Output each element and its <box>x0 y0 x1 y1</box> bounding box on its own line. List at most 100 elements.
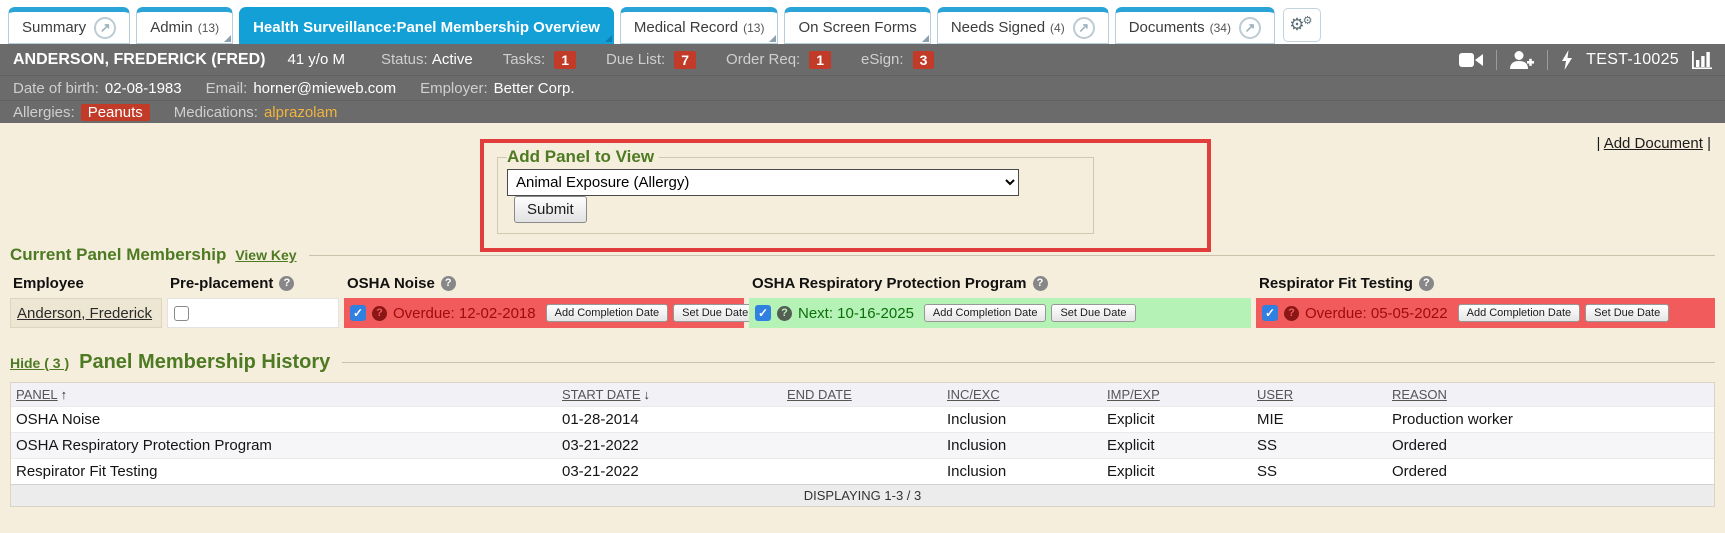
tab-health-surveillance-panel-membership-overview[interactable]: Health Surveillance:Panel Membership Ove… <box>239 7 614 44</box>
allergy-badge[interactable]: Peanuts <box>81 104 150 121</box>
chart-id: TEST-10025 <box>1586 51 1679 69</box>
employee-cell: Anderson, Frederick <box>10 298 162 328</box>
sort-by-start-date-link[interactable]: START DATE <box>562 387 641 402</box>
view-key-link[interactable]: View Key <box>235 247 296 263</box>
help-icon[interactable] <box>1284 306 1299 321</box>
column-header-employee: Employee <box>10 271 162 295</box>
medications-label: Medications: <box>174 104 258 121</box>
cell-panel: OSHA Noise <box>11 407 557 433</box>
chart-tab-bar: Summary Admin (13) Health Surveillance:P… <box>0 0 1725 44</box>
tab-medical-record-label: Medical Record <box>634 19 738 36</box>
osha-noise-status-cell: Overdue: 12-02-2018 Add Completion Date … <box>344 298 744 328</box>
cell-reason: Production worker <box>1387 407 1714 433</box>
pre-placement-checkbox[interactable] <box>174 306 189 321</box>
sort-by-reason-link[interactable]: REASON <box>1392 387 1447 402</box>
employer-value: Better Corp. <box>494 80 575 97</box>
help-icon[interactable] <box>1033 276 1048 291</box>
separator: | <box>1596 135 1600 152</box>
tab-documents-label: Documents <box>1129 19 1205 36</box>
submit-button[interactable]: Submit <box>514 196 587 223</box>
cell-reason: Ordered <box>1387 459 1714 485</box>
flowsheet-chart-icon[interactable] <box>1692 51 1712 69</box>
panel-select[interactable]: Animal Exposure (Allergy) <box>507 169 1019 196</box>
sort-by-user-link[interactable]: USER <box>1257 387 1293 402</box>
sort-by-end-date-link[interactable]: END DATE <box>787 387 852 402</box>
column-header-osha-noise: OSHA Noise <box>344 271 744 295</box>
hide-history-link[interactable]: Hide ( 3 ) <box>10 355 69 371</box>
panel-membership-content: | Add Document | Add Panel to View Anima… <box>0 123 1725 533</box>
settings-button[interactable] <box>1283 8 1321 42</box>
sort-by-inc-exc-link[interactable]: INC/EXC <box>947 387 1000 402</box>
add-completion-date-button[interactable]: Add Completion Date <box>1458 304 1581 322</box>
tab-needs-signed-count: (4) <box>1050 21 1065 35</box>
help-icon[interactable] <box>441 276 456 291</box>
tab-medical-record[interactable]: Medical Record (13) <box>620 7 779 44</box>
sort-by-panel-link[interactable]: PANEL <box>16 387 58 402</box>
webchart-app: Summary Admin (13) Health Surveillance:P… <box>0 0 1725 533</box>
cell-start-date: 03-21-2022 <box>557 459 782 485</box>
open-in-new-window-icon[interactable] <box>1239 17 1261 39</box>
lightning-bolt-icon[interactable] <box>1561 50 1573 70</box>
due-list-count-badge[interactable]: 7 <box>674 51 696 69</box>
cell-start-date: 03-21-2022 <box>557 433 782 459</box>
sort-by-imp-exp-link[interactable]: IMP/EXP <box>1107 387 1160 402</box>
status-text: Next: 10-16-2025 <box>798 305 914 322</box>
column-header-osha-respiratory: OSHA Respiratory Protection Program <box>749 271 1251 295</box>
history-row: OSHA Noise 01-28-2014 Inclusion Explicit… <box>11 407 1714 433</box>
cell-imp-exp: Explicit <box>1102 459 1252 485</box>
help-icon[interactable] <box>1419 276 1434 291</box>
cell-end-date <box>782 407 942 433</box>
medication-value[interactable]: alprazolam <box>264 104 337 121</box>
status-value: Active <box>432 51 473 68</box>
order-req-count-badge[interactable]: 1 <box>809 51 831 69</box>
set-due-date-button[interactable]: Set Due Date <box>1585 304 1669 322</box>
current-panel-title: Current Panel Membership <box>10 245 226 265</box>
set-due-date-button[interactable]: Set Due Date <box>673 304 757 322</box>
tasks-count-badge[interactable]: 1 <box>554 51 576 69</box>
cell-inc-exc: Inclusion <box>942 459 1102 485</box>
esign-label: eSign: <box>861 51 904 68</box>
open-in-new-window-icon[interactable] <box>94 17 116 39</box>
panel-active-checkbox[interactable] <box>1262 305 1278 321</box>
add-person-icon[interactable] <box>1510 51 1534 69</box>
add-panel-fieldset: Add Panel to View Animal Exposure (Aller… <box>497 147 1094 234</box>
history-row: OSHA Respiratory Protection Program 03-2… <box>11 433 1714 459</box>
open-in-new-window-icon[interactable] <box>1073 17 1095 39</box>
help-icon[interactable] <box>777 306 792 321</box>
status-text: Overdue: 12-02-2018 <box>393 305 536 322</box>
set-due-date-button[interactable]: Set Due Date <box>1051 304 1135 322</box>
tab-admin[interactable]: Admin (13) <box>136 7 233 44</box>
panel-active-checkbox[interactable] <box>755 305 771 321</box>
cell-inc-exc: Inclusion <box>942 407 1102 433</box>
toolbar-divider <box>1547 50 1548 70</box>
add-completion-date-button[interactable]: Add Completion Date <box>924 304 1047 322</box>
add-document-link[interactable]: Add Document <box>1604 135 1703 152</box>
cell-user: SS <box>1252 433 1387 459</box>
respirator-fit-status-cell: Overdue: 05-05-2022 Add Completion Date … <box>1256 298 1715 328</box>
tab-needs-signed[interactable]: Needs Signed (4) <box>937 7 1109 44</box>
current-panel-membership-section: Current Panel Membership View Key Employ… <box>10 245 1715 328</box>
tab-medical-record-count: (13) <box>743 21 764 35</box>
demographics-bar: Date of birth: 02-08-1983 Email: horner@… <box>0 75 1725 100</box>
panel-active-checkbox[interactable] <box>350 305 366 321</box>
cell-user: SS <box>1252 459 1387 485</box>
help-icon[interactable] <box>372 306 387 321</box>
add-completion-date-button[interactable]: Add Completion Date <box>546 304 669 322</box>
help-icon[interactable] <box>279 276 294 291</box>
dob-value: 02-08-1983 <box>105 80 182 97</box>
tab-needs-signed-label: Needs Signed <box>951 19 1045 36</box>
order-req-label: Order Req: <box>726 51 800 68</box>
tab-documents[interactable]: Documents (34) <box>1115 7 1275 44</box>
tab-on-screen-forms[interactable]: On Screen Forms <box>784 7 930 44</box>
active-tab-label: Health Surveillance:Panel Membership Ove… <box>253 19 600 36</box>
history-header-row: PANEL START DATE END DATE INC/EXC IMP/EX… <box>11 383 1714 407</box>
video-camera-icon[interactable] <box>1459 52 1483 68</box>
toolbar-divider <box>1496 50 1497 70</box>
employer-label: Employer: <box>420 80 488 97</box>
employee-link[interactable]: Anderson, Frederick <box>17 305 152 322</box>
esign-count-badge[interactable]: 3 <box>913 51 935 69</box>
tasks-label: Tasks: <box>503 51 546 68</box>
tab-summary[interactable]: Summary <box>8 7 130 44</box>
cell-user: MIE <box>1252 407 1387 433</box>
history-row: Respirator Fit Testing 03-21-2022 Inclus… <box>11 459 1714 485</box>
